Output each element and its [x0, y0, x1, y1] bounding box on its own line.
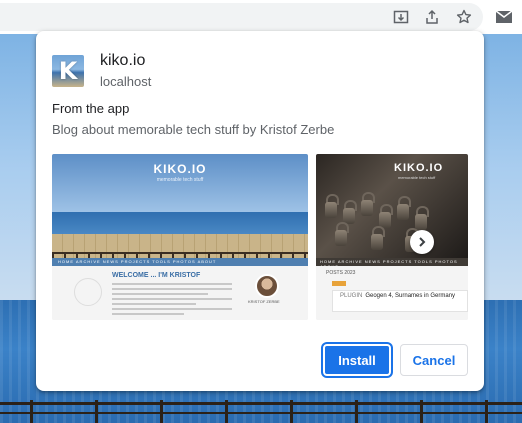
feather-icon [74, 278, 102, 306]
browser-toolbar [0, 0, 522, 34]
screenshot-site-title: KIKO.IO [394, 162, 444, 174]
share-icon[interactable] [423, 8, 441, 26]
avatar [255, 274, 279, 298]
screenshot-site-subtitle: memorable tech stuff [398, 175, 436, 180]
chevron-right-icon[interactable] [410, 230, 434, 254]
cancel-button[interactable]: Cancel [400, 344, 468, 376]
gmail-icon[interactable] [495, 8, 513, 26]
app-screenshot: KIKO.IO memorable tech stuff HOME ARCHIV… [316, 154, 468, 320]
pwa-install-dialog: K kiko.io localhost From the app Blog ab… [36, 31, 484, 391]
app-description: Blog about memorable tech stuff by Krist… [52, 122, 335, 137]
app-origin: localhost [100, 74, 152, 89]
install-app-icon[interactable] [392, 8, 410, 26]
screenshot-site-subtitle: memorable tech stuff [156, 177, 204, 183]
screenshot-site-title: KIKO.IO [153, 162, 207, 176]
screenshot-nav: HOME ARCHIVE NEWS PROJECTS TOOLS PHOTOS … [58, 259, 217, 264]
star-icon[interactable] [455, 8, 473, 26]
address-bar[interactable] [0, 3, 483, 31]
screenshot-carousel: KIKO.IO memorable tech stuff HOME ARCHIV… [52, 154, 468, 320]
app-icon: K [52, 55, 84, 87]
install-button[interactable]: Install [323, 344, 391, 376]
screenshot-post: PLUGIN Geogen 4, Surnames in Germany [340, 293, 456, 299]
app-screenshot: KIKO.IO memorable tech stuff HOME ARCHIV… [52, 154, 308, 320]
screenshot-author: KRISTOF ZERBE [248, 299, 280, 304]
from-app-label: From the app [52, 101, 130, 116]
screenshot-posts-label: POSTS 2023 [326, 270, 356, 276]
app-name: kiko.io [100, 52, 146, 69]
screenshot-welcome: WELCOME ... I'M KRISTOF [112, 272, 201, 279]
background-railing [0, 398, 522, 423]
